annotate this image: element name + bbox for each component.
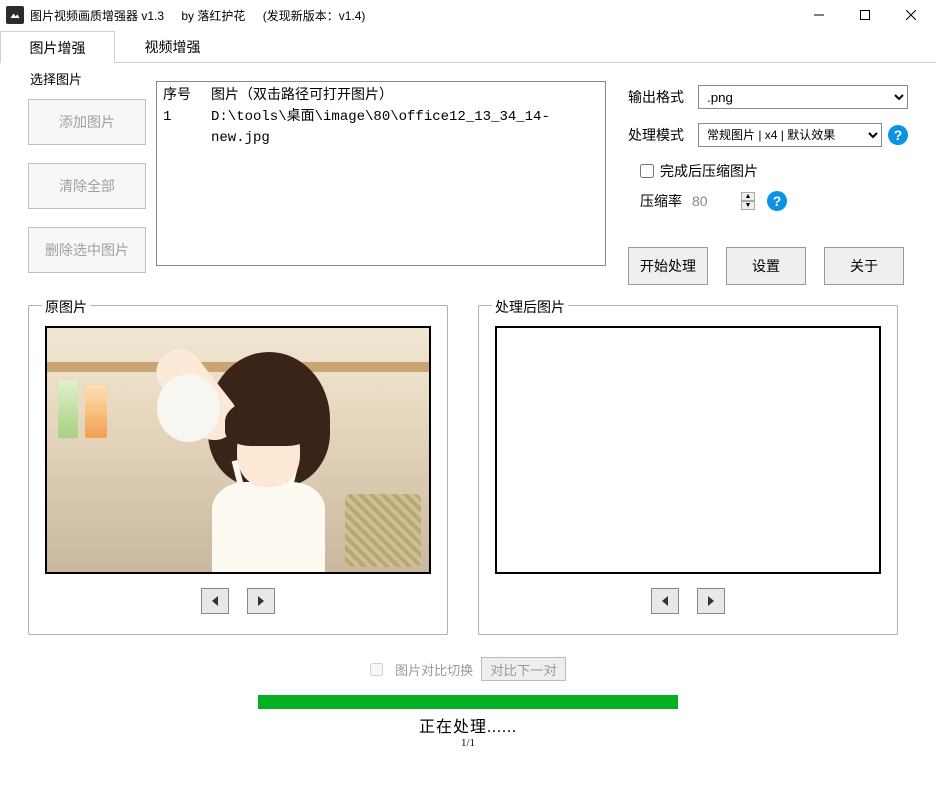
compress-rate-spinner[interactable]: ▲ ▼	[741, 192, 755, 210]
output-format-select[interactable]: .png	[698, 85, 908, 109]
compare-toggle-label: 图片对比切换	[395, 660, 473, 679]
app-icon	[6, 6, 24, 24]
file-table[interactable]: 序号 图片（双击路径可打开图片） 1 D:\tools\桌面\image\80\…	[156, 81, 606, 266]
app-name: 图片视频画质增强器 v1.3	[30, 9, 164, 23]
compare-toggle-checkbox[interactable]	[370, 663, 383, 676]
file-table-header: 序号 图片（双击路径可打开图片）	[163, 86, 599, 107]
page-indicator: 1/1	[28, 737, 908, 749]
tab-bar: 图片增强 视频增强	[0, 30, 936, 63]
row-index: 1	[163, 107, 211, 149]
clear-all-button[interactable]: 清除全部	[28, 163, 146, 209]
app-window: 图片视频画质增强器 v1.3 by 落红护花 (发现新版本：v1.4) 图片增强…	[0, 0, 936, 790]
settings-panel: 输出格式 .png 处理模式 常规图片 | x4 | 默认效果 ? 完成后压缩图…	[628, 85, 908, 285]
original-prev-button[interactable]	[201, 588, 229, 614]
help-icon[interactable]: ?	[888, 125, 908, 145]
titlebar-text: 图片视频画质增强器 v1.3 by 落红护花 (发现新版本：v1.4)	[30, 7, 379, 24]
window-controls	[796, 0, 934, 30]
maximize-button[interactable]	[842, 0, 888, 30]
col-path-header: 图片（双击路径可打开图片）	[211, 86, 599, 107]
spinner-up-icon[interactable]: ▲	[741, 192, 755, 201]
settings-button[interactable]: 设置	[726, 247, 806, 285]
add-image-button[interactable]: 添加图片	[28, 99, 146, 145]
original-preview-group: 原图片	[28, 305, 448, 635]
original-image	[47, 328, 429, 572]
processed-preview-label: 处理后图片	[492, 297, 568, 317]
compare-controls: 图片对比切换 对比下一对	[28, 657, 908, 681]
tab-video-enhance[interactable]: 视频增强	[115, 30, 230, 62]
process-mode-label: 处理模式	[628, 125, 698, 145]
spinner-down-icon[interactable]: ▼	[741, 201, 755, 210]
processed-prev-button[interactable]	[651, 588, 679, 614]
original-next-button[interactable]	[247, 588, 275, 614]
compress-rate-label: 压缩率	[640, 191, 682, 211]
help-icon[interactable]: ?	[767, 191, 787, 211]
status-text: 正在处理......	[28, 713, 908, 737]
original-image-box	[45, 326, 431, 574]
table-row[interactable]: 1 D:\tools\桌面\image\80\office12_13_34_14…	[163, 107, 599, 149]
compress-rate-value: 80	[692, 193, 737, 209]
new-version-notice: (发现新版本：v1.4)	[263, 9, 366, 23]
processed-preview-group: 处理后图片	[478, 305, 898, 635]
process-mode-select[interactable]: 常规图片 | x4 | 默认效果	[698, 123, 882, 147]
about-button[interactable]: 关于	[824, 247, 904, 285]
processed-next-button[interactable]	[697, 588, 725, 614]
col-index-header: 序号	[163, 86, 211, 107]
tab-image-enhance[interactable]: 图片增强	[0, 31, 115, 63]
progress-fill	[258, 695, 678, 709]
select-image-label: 选择图片	[28, 69, 84, 88]
compress-after-checkbox[interactable]	[640, 164, 654, 178]
output-format-label: 输出格式	[628, 87, 698, 107]
close-button[interactable]	[888, 0, 934, 30]
original-preview-label: 原图片	[42, 297, 90, 317]
titlebar: 图片视频画质增强器 v1.3 by 落红护花 (发现新版本：v1.4)	[0, 0, 936, 30]
app-author: by 落红护花	[181, 9, 245, 23]
compare-next-button[interactable]: 对比下一对	[481, 657, 566, 681]
progress-bar	[258, 695, 678, 709]
start-process-button[interactable]: 开始处理	[628, 247, 708, 285]
minimize-button[interactable]	[796, 0, 842, 30]
processed-image-box	[495, 326, 881, 574]
delete-selected-button[interactable]: 删除选中图片	[28, 227, 146, 273]
compress-after-label: 完成后压缩图片	[660, 161, 758, 181]
row-path[interactable]: D:\tools\桌面\image\80\office12_13_34_14-n…	[211, 107, 599, 149]
